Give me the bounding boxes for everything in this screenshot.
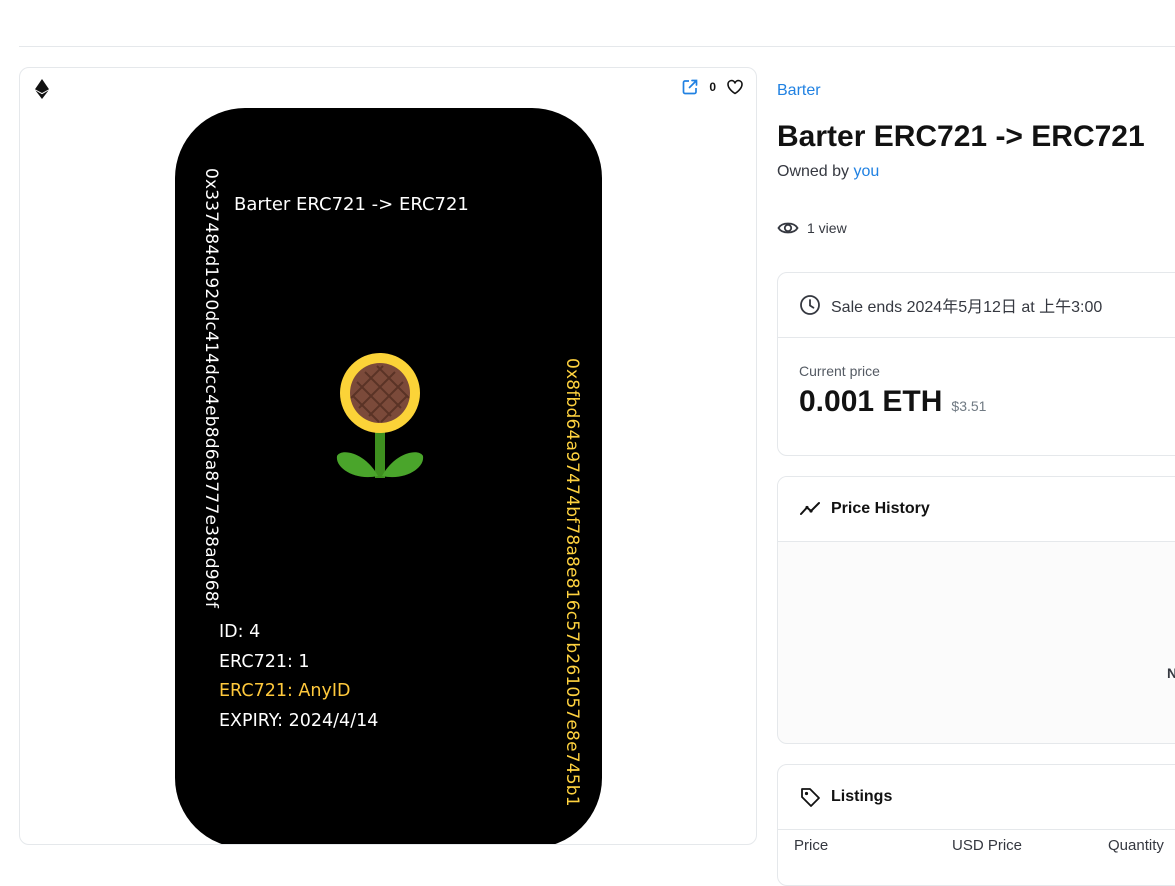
no-data-text: N [1167, 665, 1175, 681]
sale-panel: Sale ends 2024年5月12日 at 上午3:00 Current p… [777, 272, 1175, 456]
nft-image-title: Barter ERC721 -> ERC721 [234, 194, 469, 215]
current-price-label: Current price [799, 363, 880, 379]
listings-title: Listings [831, 788, 893, 805]
heart-icon[interactable] [726, 78, 744, 96]
nft-right-address: 0x8fbd64a97474bf78a8e816c57b261057e8e745… [562, 358, 582, 807]
price-history-title: Price History [831, 500, 930, 517]
nft-id-line: ID: 4 [219, 622, 261, 642]
nft-erc-line: ERC721: 1 [219, 651, 310, 672]
nft-left-address: 0x337484d1920dc414dcc4eb8d6a8777e38ad968… [201, 168, 221, 608]
sale-header: Sale ends 2024年5月12日 at 上午3:00 [778, 273, 1175, 338]
favorite-count: 0 [709, 80, 716, 94]
price-history-panel: Price History N [777, 476, 1175, 744]
price-usd: $3.51 [951, 398, 987, 414]
nft-info-block: ID: 4 ERC721: 1 ERC721: AnyID EXPIRY: 20… [219, 618, 378, 736]
views-text: 1 view [807, 220, 847, 236]
tag-icon [801, 788, 820, 807]
trending-icon [800, 502, 820, 515]
view-count: 1 view [777, 218, 847, 238]
price-history-header[interactable]: Price History [778, 477, 1175, 542]
card-toolbar: 0 [681, 78, 744, 96]
owned-by-label: Owned by [777, 163, 850, 180]
listings-panel: Listings Price USD Price Quantity [777, 764, 1175, 886]
clock-icon [800, 295, 820, 315]
nft-anyid-line: ERC721: AnyID [219, 681, 351, 701]
listings-columns: Price USD Price Quantity [778, 837, 1164, 854]
owner-link[interactable]: you [854, 163, 880, 180]
listings-header[interactable]: Listings [778, 765, 1175, 830]
sale-ends-text: Sale ends 2024年5月12日 at 上午3:00 [831, 299, 1103, 316]
column-quantity: Quantity [1108, 837, 1164, 854]
ethereum-icon [35, 79, 49, 99]
sunflower-icon [336, 353, 424, 478]
nft-media-card: 0 0x337484d1920dc414dcc4eb8d6a8777e38ad9… [19, 67, 757, 845]
eye-icon [777, 222, 799, 234]
owner-line: Owned by you [777, 163, 879, 181]
header-divider [19, 46, 1175, 47]
collection-link[interactable]: Barter [777, 82, 821, 100]
column-price: Price [794, 837, 829, 854]
item-title: Barter ERC721 -> ERC721 [777, 120, 1145, 153]
column-usd-price: USD Price [952, 837, 1023, 854]
nft-expiry-line: EXPIRY: 2024/4/14 [219, 710, 379, 731]
nft-image: 0x337484d1920dc414dcc4eb8d6a8777e38ad968… [175, 108, 602, 844]
price-row: 0.001 ETH $3.51 [799, 385, 986, 419]
price-eth: 0.001 ETH [799, 385, 943, 418]
external-link-icon[interactable] [681, 78, 699, 96]
